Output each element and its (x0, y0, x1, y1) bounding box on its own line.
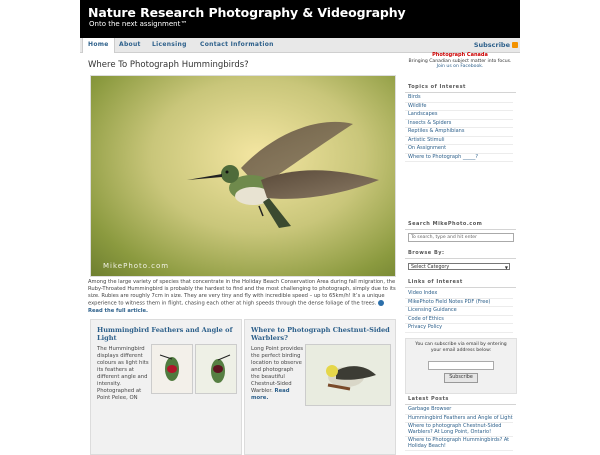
chevron-down-icon: ▼ (504, 265, 508, 270)
topic-item[interactable]: Insects & Spiders (405, 120, 513, 128)
card-text: Long Point provides the perfect birding … (251, 346, 303, 402)
card-thumbnail[interactable] (151, 344, 193, 394)
photo-watermark: MikePhoto.com (103, 262, 170, 270)
topic-item[interactable]: On Assignment (405, 145, 513, 154)
hummingbird-thumb-icon (159, 354, 179, 381)
link-item[interactable]: MikePhoto Field Notes PDF (Free) (405, 299, 513, 307)
nav-home[interactable]: Home (82, 38, 115, 53)
site-tagline: Onto the next assignment™ (89, 20, 188, 28)
site-title[interactable]: Nature Research Photography & Videograph… (88, 5, 406, 20)
link-item[interactable]: Video Index (405, 290, 513, 299)
card-chestnut-sided-warblers: Where to Photograph Chestnut-Sided Warbl… (244, 319, 396, 455)
nav-contact-information[interactable]: Contact Information (195, 38, 279, 52)
nav-about[interactable]: About (114, 38, 146, 52)
post-excerpt: Among the large variety of species that … (88, 279, 396, 315)
topic-item[interactable]: Birds (405, 94, 513, 103)
subscribe-button[interactable]: Subscribe (444, 373, 478, 383)
email-prompt: You can subscribe via email by entering … (415, 342, 507, 353)
link-item[interactable]: Licensing Guidance (405, 307, 513, 316)
latest-post-item[interactable]: Garbage Browser (405, 406, 513, 415)
browse-widget-title: Browse By: (405, 250, 516, 259)
topic-item[interactable]: Artistic Stimuli (405, 137, 513, 145)
topics-widget-title: Topics of Interest (405, 84, 516, 93)
category-select[interactable]: Select Category ▼ (408, 263, 510, 270)
card-text-body: Long Point provides the perfect birding … (251, 346, 303, 394)
search-input[interactable]: To search, type and hit enter (408, 233, 514, 242)
card-thumbnail[interactable] (195, 344, 237, 394)
main-content: Where To Photograph Hummingbirds? MikePh… (86, 53, 396, 455)
links-widget-title: Links of Interest (405, 279, 516, 288)
post-title[interactable]: Where To Photograph Hummingbirds? (88, 60, 249, 70)
link-item[interactable]: Code of Ethics (405, 316, 513, 324)
latest-post-item[interactable]: Hummingbird Feathers and Angle of Light (405, 415, 513, 423)
main-nav: Home About Licensing Contact Information… (80, 38, 520, 53)
read-more-icon[interactable] (377, 300, 384, 306)
email-subscribe-box: You can subscribe via email by entering … (405, 338, 517, 394)
email-field[interactable] (428, 361, 494, 370)
links-list: Video Index MikePhoto Field Notes PDF (F… (405, 290, 513, 333)
card-title[interactable]: Where to Photograph Chestnut-Sided Warbl… (251, 326, 391, 342)
link-item[interactable]: Privacy Policy (405, 324, 513, 333)
post-excerpt-text: Among the large variety of species that … (88, 279, 396, 307)
topic-item[interactable]: Where to Photograph _____? (405, 154, 513, 162)
latest-posts-list: Garbage Browser Hummingbird Feathers and… (405, 406, 513, 451)
rss-icon[interactable] (512, 42, 518, 48)
topics-list: Birds Wildlife Landscapes Insects & Spid… (405, 94, 513, 162)
card-thumbnail[interactable] (305, 344, 391, 406)
nav-licensing[interactable]: Licensing (147, 38, 192, 52)
latest-posts-widget-title: Latest Posts (405, 396, 516, 405)
latest-post-item[interactable]: Where to photograph Chestnut-Sided Warbl… (405, 423, 513, 437)
topic-item[interactable]: Reptiles & Amphibians (405, 128, 513, 137)
topic-item[interactable]: Wildlife (405, 103, 513, 111)
photograph-canada-promo: Photograph Canada Bringing Canadian subj… (405, 52, 515, 75)
site-header: Nature Research Photography & Videograph… (80, 0, 520, 38)
read-full-article-link[interactable]: Read the full article. (88, 308, 148, 314)
subscribe-link[interactable]: Subscribe (474, 38, 518, 52)
sidebar: Photograph Canada Bringing Canadian subj… (405, 52, 517, 451)
latest-post-item[interactable]: Where to Photograph Hummingbirds? At Hol… (405, 437, 513, 451)
promo-facebook-link[interactable]: Join us on Facebook. (405, 64, 515, 70)
subscribe-label: Subscribe (473, 41, 510, 49)
card-hummingbird-feathers: Hummingbird Feathers and Angle of Light … (90, 319, 242, 455)
search-widget-title: Search MikePhoto.com (405, 221, 516, 230)
topic-item[interactable]: Landscapes (405, 111, 513, 120)
warbler-thumb-icon (326, 365, 376, 391)
card-text: The Hummingbird displays different colou… (97, 346, 149, 401)
hummingbird-illustration (187, 121, 379, 228)
card-title[interactable]: Hummingbird Feathers and Angle of Light (97, 326, 237, 342)
featured-hummingbird-photo[interactable]: MikePhoto.com (90, 75, 396, 277)
category-select-value: Select Category (411, 265, 450, 270)
hummingbird-thumb-icon (211, 354, 231, 383)
